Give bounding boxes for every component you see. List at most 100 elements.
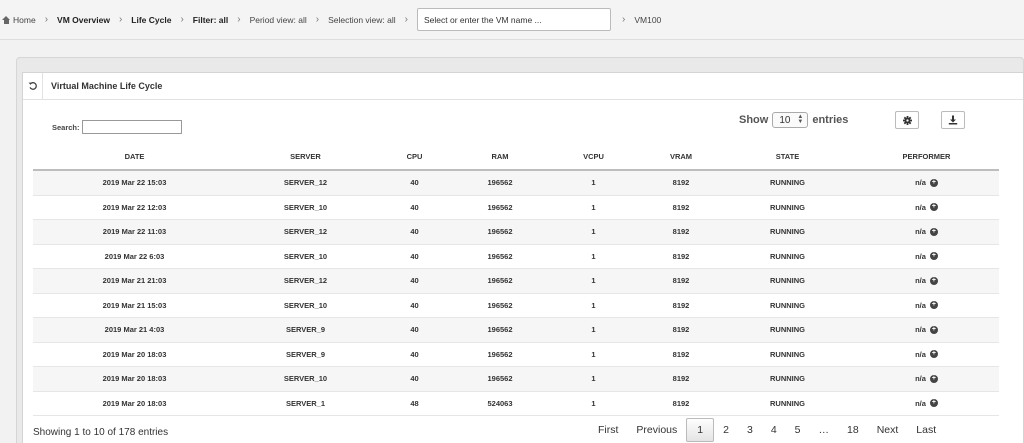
cell-state: RUNNING bbox=[770, 374, 805, 384]
gear-icon bbox=[902, 115, 912, 125]
column-header-ram[interactable]: RAM bbox=[454, 152, 546, 161]
column-header-date[interactable]: DATE bbox=[33, 152, 236, 161]
plus-circle-icon[interactable]: + bbox=[929, 325, 938, 334]
column-header-cpu[interactable]: CPU bbox=[375, 152, 454, 161]
cell-cpu: 48 bbox=[410, 398, 419, 408]
column-header-state[interactable]: STATE bbox=[721, 152, 854, 161]
entries-select[interactable]: 10 ▲ ▼ bbox=[772, 112, 809, 128]
cell-date: 2019 Mar 21 15:03 bbox=[102, 300, 167, 310]
life-cycle-table: DATE SERVER CPU RAM VCPU VRAM STATE PERF… bbox=[33, 144, 999, 416]
cell-ram: 196562 bbox=[487, 178, 513, 188]
download-button[interactable] bbox=[941, 111, 965, 129]
table-row: 2019 Mar 21 15:03 SERVER_10 40 196562 1 8192 R… bbox=[33, 294, 999, 318]
column-header-server[interactable]: SERVER bbox=[236, 152, 375, 161]
page-link-18[interactable]: 18 bbox=[838, 418, 868, 442]
table-body: 2019 Mar 22 15:03 SERVER_12 40 196562 1 8192 R… bbox=[33, 171, 999, 416]
page-link-1[interactable]: 1 bbox=[686, 418, 715, 442]
column-header-vram[interactable]: VRAM bbox=[641, 152, 721, 161]
cell-state: RUNNING bbox=[770, 276, 805, 286]
cell-state: RUNNING bbox=[770, 349, 805, 359]
chevron-right-icon: › bbox=[180, 14, 184, 25]
breadcrumb-home[interactable]: Home bbox=[2, 15, 36, 25]
vm-name-input[interactable] bbox=[417, 8, 611, 31]
cell-date: 2019 Mar 21 4:03 bbox=[104, 325, 165, 335]
page-link-4[interactable]: 4 bbox=[762, 418, 786, 442]
chevron-right-icon: › bbox=[44, 14, 49, 25]
cell-vcpu: 1 bbox=[591, 398, 596, 408]
cell-ram: 196562 bbox=[487, 300, 513, 310]
page-link-next[interactable]: Next bbox=[868, 418, 908, 442]
refresh-icon[interactable] bbox=[23, 73, 43, 99]
breadcrumb: Home › VM Overview › Life Cycle › Filter… bbox=[0, 0, 1024, 40]
plus-circle-icon[interactable]: + bbox=[929, 399, 938, 408]
cell-state: RUNNING bbox=[770, 325, 805, 335]
page-link-first[interactable]: First bbox=[589, 418, 627, 442]
cell-cpu: 40 bbox=[410, 276, 419, 286]
home-icon bbox=[2, 15, 10, 24]
page-link-3[interactable]: 3 bbox=[738, 418, 762, 442]
cell-performer: n/a + bbox=[854, 350, 999, 359]
breadcrumb-vm-overview[interactable]: VM Overview bbox=[57, 15, 110, 25]
cell-vcpu: 1 bbox=[591, 325, 596, 335]
cell-server: SERVER_10 bbox=[283, 300, 328, 310]
cell-vram: 8192 bbox=[672, 178, 690, 188]
performer-value: n/a bbox=[915, 349, 926, 359]
cell-cpu: 40 bbox=[410, 251, 419, 261]
cell-date: 2019 Mar 22 15:03 bbox=[102, 178, 167, 188]
page-link-5[interactable]: 5 bbox=[786, 418, 810, 442]
breadcrumb-vm-name[interactable]: VM100 bbox=[634, 15, 661, 25]
chevron-right-icon: › bbox=[118, 14, 123, 25]
plus-circle-icon[interactable]: + bbox=[929, 178, 938, 187]
cell-performer: n/a + bbox=[854, 252, 999, 261]
page-link-2[interactable]: 2 bbox=[714, 418, 738, 442]
cell-vcpu: 1 bbox=[591, 227, 596, 237]
table-row: 2019 Mar 22 12:03 SERVER_10 40 196562 1 8192 R… bbox=[33, 196, 999, 220]
performer-value: n/a bbox=[915, 251, 926, 261]
breadcrumb-selection-view[interactable]: Selection view: all bbox=[328, 15, 396, 25]
cell-vram: 8192 bbox=[672, 398, 690, 408]
chevron-right-icon: › bbox=[237, 14, 241, 25]
cell-cpu: 40 bbox=[410, 202, 419, 212]
cell-cpu: 40 bbox=[410, 325, 419, 335]
column-header-performer[interactable]: PERFORMER bbox=[854, 152, 999, 161]
cell-ram: 196562 bbox=[487, 202, 513, 212]
page-link-previous[interactable]: Previous bbox=[627, 418, 686, 442]
cell-server: SERVER_12 bbox=[283, 227, 328, 237]
plus-circle-icon[interactable]: + bbox=[929, 276, 938, 285]
performer-value: n/a bbox=[915, 178, 926, 188]
breadcrumb-life-cycle[interactable]: Life Cycle bbox=[131, 15, 171, 25]
breadcrumb-filter[interactable]: Filter: all bbox=[193, 15, 228, 25]
plus-circle-icon[interactable]: + bbox=[929, 227, 938, 236]
cell-vcpu: 1 bbox=[591, 349, 596, 359]
breadcrumb-period-view[interactable]: Period view: all bbox=[250, 15, 307, 25]
plus-circle-icon[interactable]: + bbox=[929, 350, 938, 359]
updown-arrows-icon: ▲ ▼ bbox=[797, 114, 804, 125]
chevron-right-icon: › bbox=[315, 14, 320, 25]
cell-server: SERVER_10 bbox=[283, 202, 328, 212]
cell-cpu: 40 bbox=[410, 300, 419, 310]
cell-state: RUNNING bbox=[770, 202, 805, 212]
performer-value: n/a bbox=[915, 374, 926, 384]
cell-server: SERVER_10 bbox=[283, 251, 328, 261]
cell-vram: 8192 bbox=[672, 251, 690, 261]
settings-button[interactable] bbox=[895, 111, 919, 129]
pagination: First Previous 1 2 3 4 5 … 18 Next Last bbox=[589, 418, 945, 442]
column-header-vcpu[interactable]: VCPU bbox=[546, 152, 641, 161]
show-label: Show bbox=[739, 114, 769, 126]
page-link-last[interactable]: Last bbox=[907, 418, 945, 442]
search-input[interactable] bbox=[81, 120, 182, 134]
plus-circle-icon[interactable]: + bbox=[929, 252, 938, 261]
plus-circle-icon[interactable]: + bbox=[929, 374, 938, 383]
panel-header: Virtual Machine Life Cycle bbox=[23, 73, 1023, 100]
cell-cpu: 40 bbox=[410, 374, 419, 384]
search-label: Search: bbox=[52, 122, 80, 132]
performer-value: n/a bbox=[915, 202, 926, 212]
plus-circle-icon[interactable]: + bbox=[929, 203, 938, 212]
cell-vram: 8192 bbox=[672, 349, 690, 359]
page-length-control: Show 10 ▲ ▼ entries bbox=[739, 112, 848, 128]
plus-circle-icon[interactable]: + bbox=[929, 301, 938, 310]
cell-date: 2019 Mar 20 18:03 bbox=[102, 374, 167, 384]
cell-ram: 196562 bbox=[487, 349, 513, 359]
cell-date: 2019 Mar 20 18:03 bbox=[102, 349, 167, 359]
table-header-row: DATE SERVER CPU RAM VCPU VRAM STATE PERF… bbox=[33, 144, 999, 171]
